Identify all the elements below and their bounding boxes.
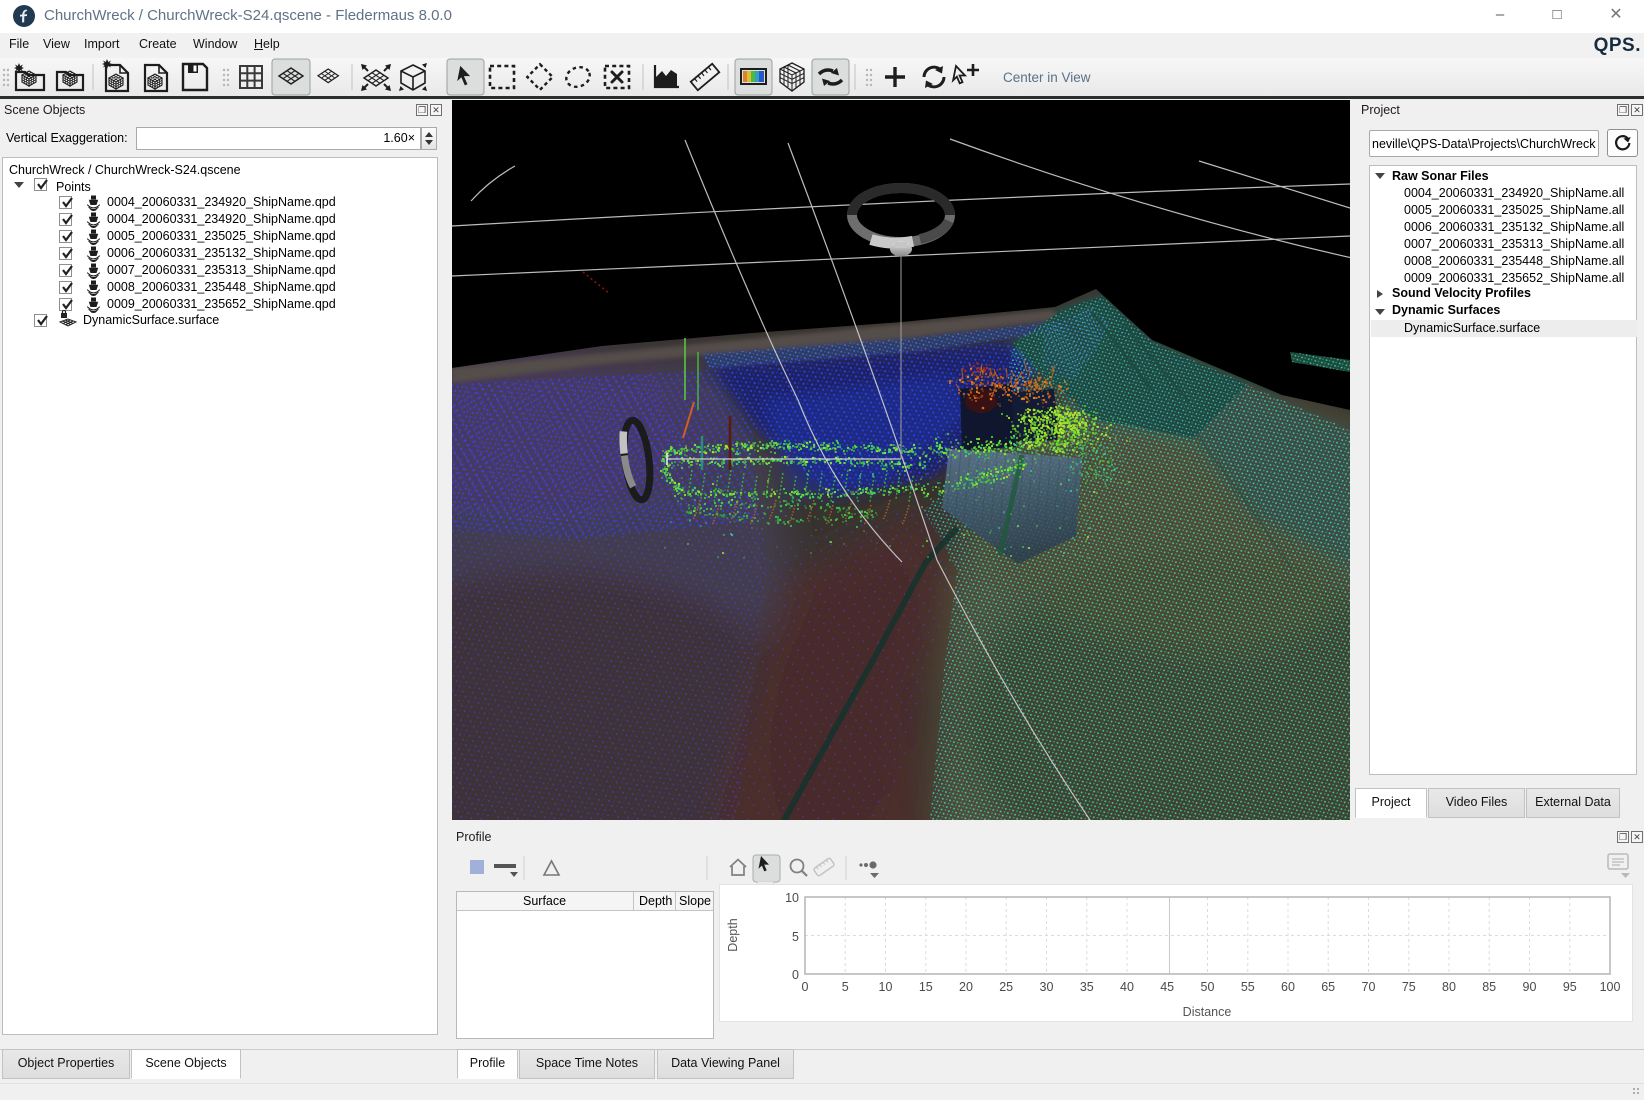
svg-text:50: 50 (1201, 980, 1215, 994)
svg-text:5: 5 (792, 930, 799, 944)
svg-text:0: 0 (802, 980, 809, 994)
svg-text:Distance: Distance (1183, 1005, 1232, 1019)
svg-text:75: 75 (1402, 980, 1416, 994)
svg-text:25: 25 (999, 980, 1013, 994)
svg-text:20: 20 (959, 980, 973, 994)
svg-text:65: 65 (1321, 980, 1335, 994)
svg-text:60: 60 (1281, 980, 1295, 994)
svg-text:55: 55 (1241, 980, 1255, 994)
svg-text:Center in View: Center in View (1003, 70, 1091, 85)
svg-text:45: 45 (1160, 980, 1174, 994)
svg-text:95: 95 (1563, 980, 1577, 994)
svg-text:30: 30 (1040, 980, 1054, 994)
svg-text:85: 85 (1482, 980, 1496, 994)
svg-text:10: 10 (785, 891, 799, 905)
svg-text:Depth: Depth (726, 918, 740, 951)
svg-text:15: 15 (919, 980, 933, 994)
svg-text:40: 40 (1120, 980, 1134, 994)
svg-text:70: 70 (1362, 980, 1376, 994)
svg-text:90: 90 (1523, 980, 1537, 994)
svg-text:0: 0 (792, 968, 799, 982)
svg-text:80: 80 (1442, 980, 1456, 994)
svg-text:5: 5 (842, 980, 849, 994)
svg-text:100: 100 (1600, 980, 1621, 994)
svg-text:35: 35 (1080, 980, 1094, 994)
svg-text:10: 10 (879, 980, 893, 994)
